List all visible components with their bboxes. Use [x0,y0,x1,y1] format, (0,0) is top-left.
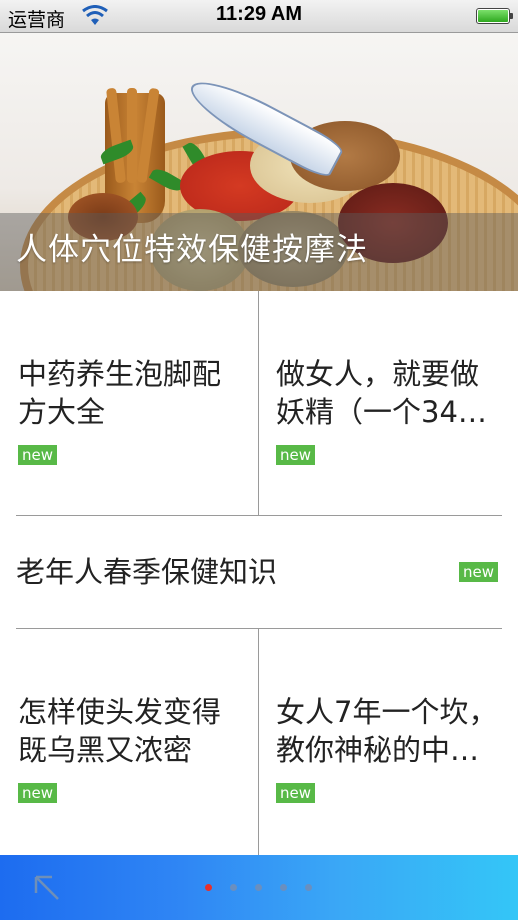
status-time: 11:29 AM [216,3,302,25]
article-card[interactable]: 中药养生泡脚配方大全 new [18,355,243,469]
divider [258,291,259,515]
article-title: 女人7年一个坎，教你神秘的中… [276,695,498,767]
article-card[interactable]: 怎样使头发变得既乌黑又浓密 new [18,693,243,807]
new-badge: new [276,783,316,803]
page-dot[interactable] [205,884,212,891]
page-dot[interactable] [305,884,312,891]
featured-banner[interactable]: 人体穴位特效保健按摩法 [0,33,518,291]
new-badge: new [18,783,58,803]
divider [258,629,259,855]
back-arrow-icon[interactable] [28,869,68,909]
status-bar: 运营商 11:29 AM [0,0,518,33]
article-card[interactable]: 女人7年一个坎，教你神秘的中… new [276,693,501,807]
bottom-bar [0,855,518,920]
article-title: 老年人春季保健知识 [16,555,278,589]
page-dot[interactable] [230,884,237,891]
divider [16,628,502,629]
banner-title: 人体穴位特效保健按摩法 [16,232,368,268]
battery-icon [476,8,513,24]
article-title: 中药养生泡脚配方大全 [18,357,222,429]
page-dot[interactable] [255,884,262,891]
new-badge: new [276,445,316,465]
article-row[interactable]: 老年人春季保健知识 new [16,552,502,592]
page-dot[interactable] [280,884,287,891]
article-card[interactable]: 做女人，就要做妖精（一个34… new [276,355,501,469]
new-badge: new [18,445,58,465]
article-title: 怎样使头发变得既乌黑又浓密 [18,695,222,767]
new-badge: new [458,562,498,582]
article-title: 做女人，就要做妖精（一个34… [276,357,487,429]
divider [16,515,502,516]
